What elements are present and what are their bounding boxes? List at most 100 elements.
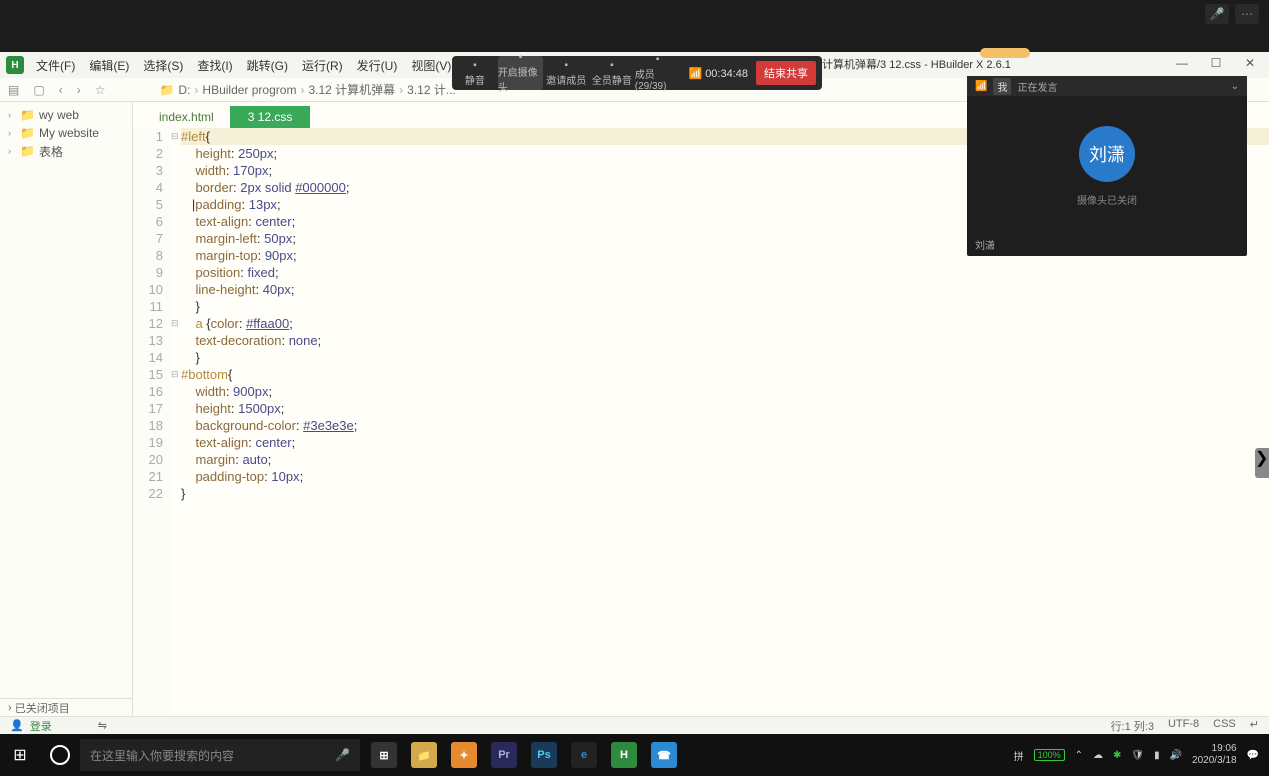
save-icon[interactable]: ▢ [33,83,44,97]
menu-item[interactable]: 选择(S) [137,55,189,76]
code-line[interactable]: line-height: 40px; [181,281,1269,298]
breadcrumb-segment[interactable]: 3.12 计... [407,81,456,98]
taskbar-app[interactable]: e [564,734,604,776]
menu-item[interactable]: 编辑(E) [83,55,135,76]
fold-marker[interactable] [171,213,181,230]
chevron-up-icon[interactable]: ⌃ [1075,750,1083,761]
taskbar-app[interactable]: 📁 [404,734,444,776]
cloud-icon[interactable]: ☁ [1093,750,1103,761]
video-panel[interactable]: 📶 我 正在发言 ⌄ 刘潇 摄像头已关闭 刘潇 [967,76,1247,256]
fold-marker[interactable] [171,230,181,247]
taskbar-app[interactable]: ☎ [644,734,684,776]
more-icon[interactable]: ⋯ [1235,4,1259,24]
code-line[interactable]: text-decoration: none; [181,332,1269,349]
tree-item[interactable]: ›📁wy web [0,106,132,124]
code-line[interactable]: } [181,349,1269,366]
security-icon[interactable]: 🛡 [1131,750,1144,761]
fold-marker[interactable] [171,349,181,366]
code-line[interactable]: padding-top: 10px; [181,468,1269,485]
fold-marker[interactable] [171,298,181,315]
code-line[interactable]: a {color: #ffaa00; [181,315,1269,332]
taskbar-app[interactable]: ✦ [444,734,484,776]
fold-marker[interactable] [171,264,181,281]
breadcrumb-segment[interactable]: HBuilder progrom [202,83,296,97]
encoding[interactable]: UTF-8 [1168,718,1199,734]
closed-projects[interactable]: › 已关闭项目 [0,698,132,716]
code-line[interactable]: position: fixed; [181,264,1269,281]
ime-icon[interactable]: 拼 [1014,748,1024,763]
meeting-button[interactable]: ▪成员(29/39) [635,56,681,90]
meeting-button[interactable]: ▪静音 [452,56,498,90]
code-line[interactable]: width: 900px; [181,383,1269,400]
fold-marker[interactable] [171,281,181,298]
fold-marker[interactable] [171,196,181,213]
language-mode[interactable]: CSS [1213,718,1236,734]
menu-item[interactable]: 运行(R) [296,55,349,76]
menu-item[interactable]: 发行(U) [351,55,404,76]
forward-icon[interactable]: › [77,83,81,97]
taskbar-app[interactable]: Pr [484,734,524,776]
fold-marker[interactable]: ⊟ [171,128,181,145]
search-input[interactable]: 在这里输入你要搜索的内容 🎤 [80,739,360,771]
meeting-button[interactable]: ▪开启摄像头 [498,56,544,90]
fold-marker[interactable] [171,434,181,451]
code-line[interactable]: height: 1500px; [181,400,1269,417]
star-icon[interactable]: ☆ [95,83,106,97]
code-line[interactable]: } [181,485,1269,502]
tree-item[interactable]: ›📁My website [0,124,132,142]
code-line[interactable]: } [181,298,1269,315]
fold-marker[interactable] [171,468,181,485]
maximize-button[interactable]: ☐ [1199,52,1233,74]
fold-marker[interactable] [171,417,181,434]
battery-icon[interactable]: 100% [1034,749,1065,761]
fold-marker[interactable] [171,247,181,264]
fold-marker[interactable] [171,179,181,196]
meeting-button[interactable]: ▪邀请成员 [543,56,589,90]
back-icon[interactable]: ‹ [59,83,63,97]
tab-css-active[interactable]: 3 12.css [230,106,311,128]
line-ending[interactable]: ↵ [1250,718,1259,734]
breadcrumb-segment[interactable]: 3.12 计算机弹幕 [308,81,395,98]
tree-item[interactable]: ›📁表格 [0,142,132,160]
fold-marker[interactable] [171,400,181,417]
meeting-button[interactable]: ▪全员静音 [589,56,635,90]
taskbar-app[interactable]: Ps [524,734,564,776]
taskbar-app[interactable]: ⊞ [364,734,404,776]
minimize-button[interactable]: — [1165,52,1199,74]
mic-icon[interactable]: 🎤 [335,748,350,762]
code-line[interactable]: margin: auto; [181,451,1269,468]
new-file-icon[interactable]: ▤ [8,83,19,97]
fold-marker[interactable]: ⊟ [171,366,181,383]
cortana-button[interactable] [40,734,80,776]
right-panel-handle[interactable]: ❯ [1255,448,1269,478]
fold-marker[interactable] [171,162,181,179]
close-button[interactable]: ✕ [1233,52,1267,74]
tab-index-html[interactable]: index.html [145,106,228,128]
code-line[interactable]: #bottom{ [181,366,1269,383]
menu-item[interactable]: 文件(F) [30,55,81,76]
clock[interactable]: 19:06 2020/3/18 [1192,743,1237,767]
fold-marker[interactable] [171,145,181,162]
code-line[interactable]: text-align: center; [181,434,1269,451]
fold-marker[interactable] [171,383,181,400]
wechat-tray-icon[interactable]: ✱ [1113,750,1121,761]
fold-marker[interactable] [171,332,181,349]
notifications-icon[interactable]: 💬 [1247,750,1259,761]
menu-item[interactable]: 视图(V) [405,55,457,76]
taskbar-app[interactable]: H [604,734,644,776]
chevron-down-icon[interactable]: ⌄ [1231,81,1239,92]
login-link[interactable]: 登录 [30,718,52,734]
menu-item[interactable]: 查找(I) [191,55,238,76]
network-icon[interactable]: ▮ [1154,750,1160,761]
menu-item[interactable]: 跳转(G) [241,55,294,76]
code-line[interactable]: background-color: #3e3e3e; [181,417,1269,434]
fold-marker[interactable] [171,485,181,502]
sync-icon[interactable]: ⇋ [98,719,107,732]
fold-marker[interactable] [171,451,181,468]
volume-icon[interactable]: 🔊 [1170,750,1182,761]
fold-marker[interactable]: ⊟ [171,315,181,332]
mic-icon[interactable]: 🎤 [1205,4,1229,24]
start-button[interactable]: ⊞ [0,734,40,776]
breadcrumb-segment[interactable]: D: [178,83,190,97]
end-share-button[interactable]: 结束共享 [756,61,816,85]
